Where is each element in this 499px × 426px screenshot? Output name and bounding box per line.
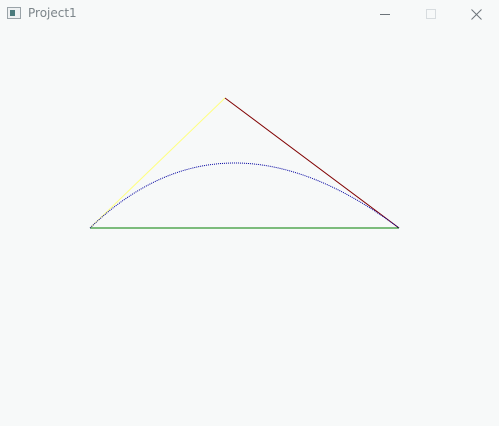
close-button[interactable] [453, 0, 499, 28]
left-tangent-line [89, 97, 226, 229]
minimize-button[interactable] [362, 0, 408, 28]
title-bar[interactable]: Project1 [0, 0, 499, 28]
right-tangent-line [224, 97, 400, 229]
maximize-icon [426, 9, 436, 19]
drawing-canvas [0, 28, 499, 426]
minimize-icon [380, 9, 390, 19]
close-icon [470, 8, 482, 20]
app-window-icon [7, 7, 21, 19]
maximize-button[interactable] [408, 0, 454, 28]
window-title: Project1 [28, 6, 77, 20]
drawing-svg [89, 97, 400, 229]
app-window: Project1 [0, 0, 499, 426]
curve [89, 162, 400, 229]
